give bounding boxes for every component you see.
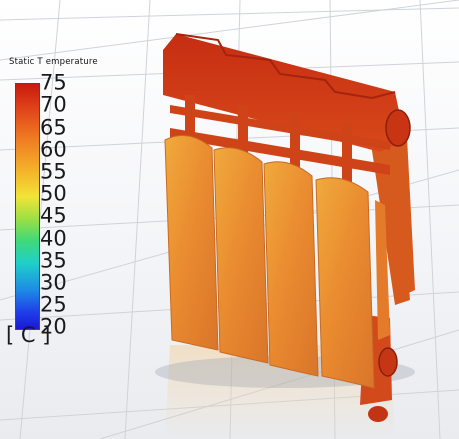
tick-label: 50 <box>40 181 67 206</box>
tick-label: 20 <box>40 314 67 339</box>
unit-label: [ C ] <box>6 323 51 347</box>
render-viewport[interactable]: Static T emperature 75 70 65 60 55 50 45… <box>0 0 459 439</box>
tick-label: 40 <box>40 226 67 251</box>
tick-label: 55 <box>40 159 67 184</box>
tick-label: 25 <box>40 292 67 317</box>
tick-label: 35 <box>40 248 67 273</box>
tick-label: 45 <box>40 203 67 228</box>
colorbar-ticks: 75 70 65 60 55 50 45 40 35 30 25 20 <box>0 0 459 439</box>
tick-label: 30 <box>40 270 67 295</box>
tick-label: 70 <box>40 92 67 117</box>
tick-label: 65 <box>40 115 67 140</box>
tick-label: 75 <box>40 70 67 95</box>
tick-label: 60 <box>40 137 67 162</box>
